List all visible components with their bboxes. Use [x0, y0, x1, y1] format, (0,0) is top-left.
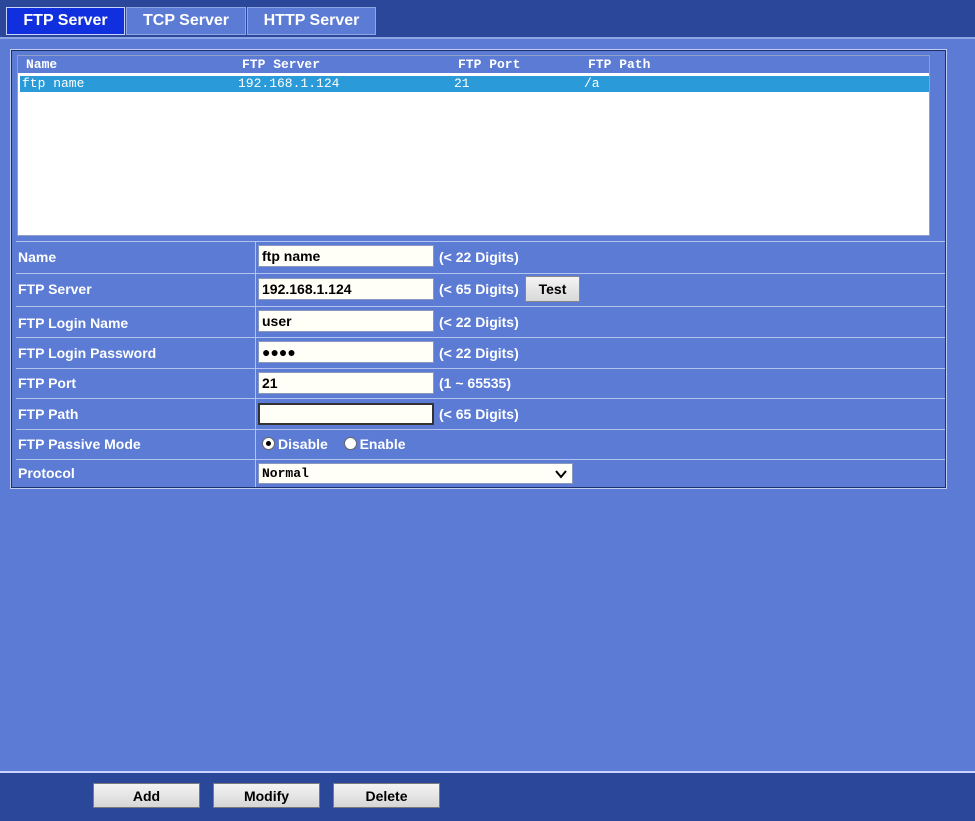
row-path: /a: [584, 76, 600, 91]
tab-http-server[interactable]: HTTP Server: [247, 7, 376, 35]
ftp-path-row: FTP Path (< 65 Digits): [16, 398, 945, 429]
passive-mode-label: FTP Passive Mode: [18, 436, 141, 452]
ftp-path-label: FTP Path: [18, 406, 79, 422]
protocol-select[interactable]: Normal: [258, 463, 573, 484]
login-name-row: FTP Login Name user (< 22 Digits): [16, 306, 945, 337]
ftp-server-label: FTP Server: [18, 281, 92, 297]
disable-label: Disable: [278, 436, 328, 452]
enable-radio[interactable]: [343, 437, 357, 450]
modify-button[interactable]: Modify: [213, 783, 320, 808]
row-server: 192.168.1.124: [238, 76, 340, 91]
login-name-label: FTP Login Name: [18, 315, 129, 331]
list-row[interactable]: ftp name 192.168.1.124 21 /a: [20, 76, 929, 92]
row-port: 21: [454, 76, 470, 91]
passive-mode-row: FTP Passive Mode Disable Enable: [16, 429, 945, 459]
name-hint: (< 22 Digits): [439, 249, 519, 265]
add-button[interactable]: Add: [93, 783, 200, 808]
ftp-server-field[interactable]: 192.168.1.124: [258, 278, 434, 300]
tab-tcp-server[interactable]: TCP Server: [126, 7, 246, 35]
protocol-label: Protocol: [18, 465, 75, 481]
login-name-hint: (< 22 Digits): [439, 314, 519, 330]
login-password-hint: (< 22 Digits): [439, 345, 519, 361]
ftp-path-hint: (< 65 Digits): [439, 406, 519, 422]
protocol-row: Protocol Normal: [16, 459, 945, 487]
ftp-server-hint: (< 65 Digits): [439, 281, 519, 297]
ftp-port-field[interactable]: 21: [258, 372, 434, 394]
tab-bar: FTP Server TCP Server HTTP Server: [0, 0, 975, 39]
passive-mode-options: Disable Enable: [262, 436, 406, 452]
ftp-settings-panel: Name FTP Server FTP Port FTP Path ftp na…: [10, 49, 947, 489]
ftp-port-hint: (1 ~ 65535): [439, 375, 511, 391]
ftp-server-list[interactable]: Name FTP Server FTP Port FTP Path ftp na…: [17, 55, 930, 236]
ftp-port-label: FTP Port: [18, 375, 77, 391]
row-name: ftp name: [22, 76, 85, 91]
delete-button[interactable]: Delete: [333, 783, 440, 808]
tab-ftp-server[interactable]: FTP Server: [6, 7, 125, 35]
column-header-ftp-port: FTP Port: [458, 57, 521, 72]
login-password-row: FTP Login Password ●●●● (< 22 Digits): [16, 337, 945, 368]
name-row: Name ftp name (< 22 Digits): [16, 241, 945, 273]
disable-radio[interactable]: [262, 437, 275, 450]
column-header-name: Name: [26, 57, 58, 72]
ftp-path-field[interactable]: [258, 403, 434, 425]
login-name-field[interactable]: user: [258, 310, 434, 332]
column-header-ftp-path: FTP Path: [588, 57, 651, 72]
name-label: Name: [18, 249, 57, 265]
action-bar: Add Modify Delete: [0, 771, 975, 821]
protocol-value: Normal: [262, 466, 309, 481]
name-field[interactable]: ftp name: [258, 245, 434, 267]
ftp-server-row: FTP Server 192.168.1.124 (< 65 Digits) T…: [16, 273, 945, 306]
column-header-ftp-server: FTP Server: [242, 57, 321, 72]
chevron-down-icon: [555, 470, 567, 479]
enable-label: Enable: [359, 436, 406, 452]
test-button[interactable]: Test: [525, 276, 580, 302]
list-header: Name FTP Server FTP Port FTP Path: [18, 56, 929, 73]
ftp-port-row: FTP Port 21 (1 ~ 65535): [16, 368, 945, 398]
login-password-field[interactable]: ●●●●: [258, 341, 434, 363]
login-password-label: FTP Login Password: [18, 345, 157, 361]
